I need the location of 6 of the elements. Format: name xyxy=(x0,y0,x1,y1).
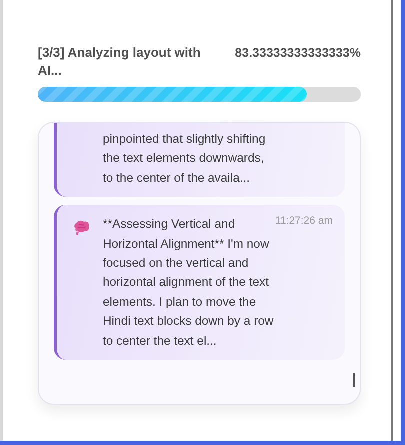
scrollbar-thumb[interactable] xyxy=(353,373,355,387)
progress-percent: 83.33333333333333% xyxy=(235,45,361,62)
message-text: **Assessing Vertical and Horizontal Alignment** I'm now focused on the vertical and horizontal alignment of the text elements. I plan to move the Hindi text blocks down by a row to center the text el... xyxy=(103,216,275,350)
message-text: pinpointed that slightly shifting the text elements downwards, to the center of the availa... xyxy=(103,131,267,187)
progress-label: [3/3] Analyzing layout with AI... xyxy=(38,44,202,80)
message-time: 11:27:26 am xyxy=(275,215,333,228)
